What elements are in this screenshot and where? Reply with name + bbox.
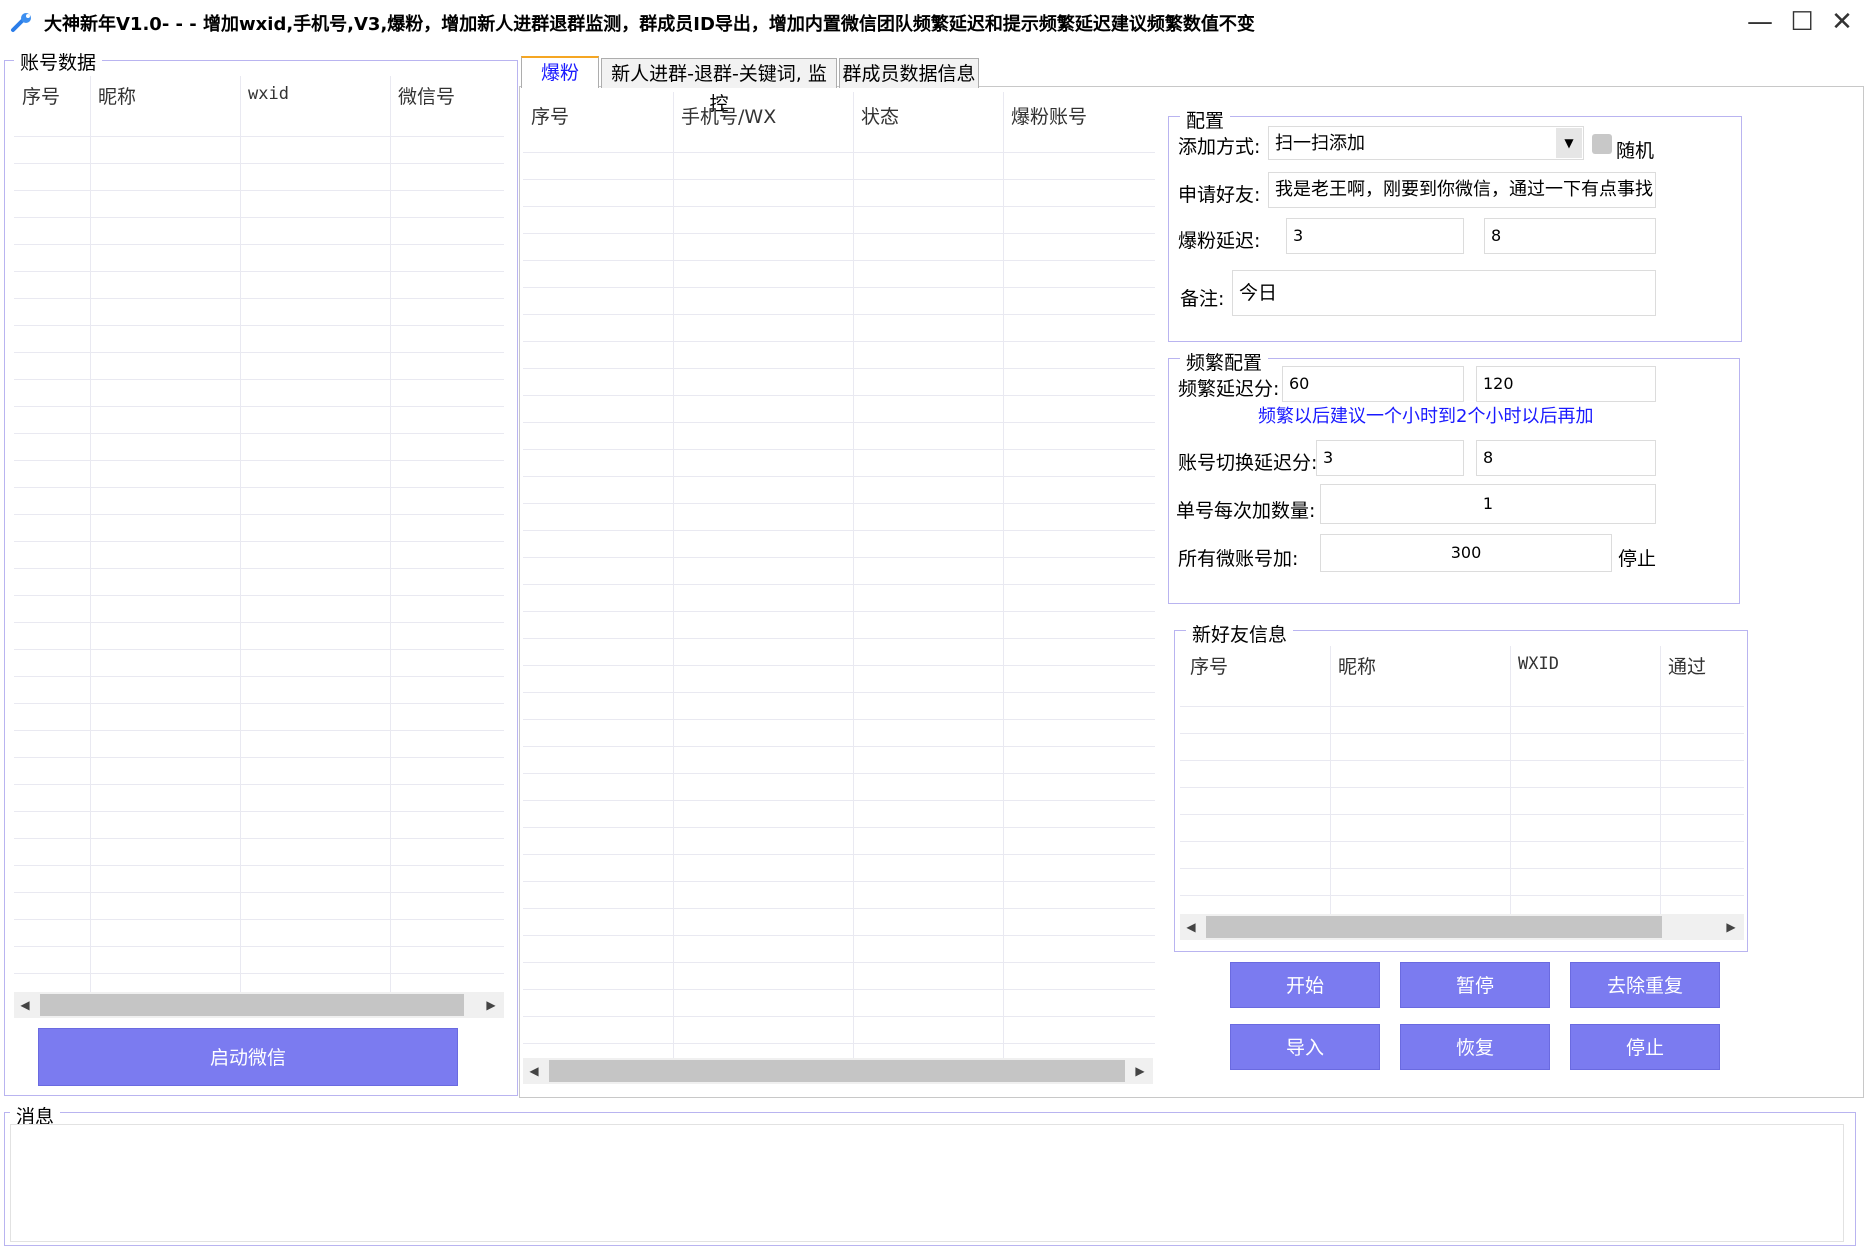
new-friends-scrollbar[interactable]: ◀ ▶ — [1180, 914, 1744, 940]
wrench-icon — [10, 10, 34, 34]
column-divider — [240, 76, 241, 992]
scrollbar-thumb[interactable] — [40, 994, 464, 1016]
minimize-button[interactable]: — — [1742, 6, 1778, 38]
config-legend: 配置 — [1180, 106, 1231, 133]
window-title: 大神新年V1.0- - - 增加wxid,手机号,V3,爆粉，增加新人进群退群监… — [44, 14, 1255, 35]
fans-delay-max-input[interactable]: 8 — [1484, 218, 1656, 254]
close-button[interactable]: ✕ — [1824, 6, 1860, 38]
all-add-label: 所有微账号加: — [1178, 548, 1299, 570]
freq-delay-min-input[interactable]: 60 — [1282, 366, 1464, 402]
stop-button[interactable]: 停止 — [1570, 1024, 1720, 1070]
freq-delay-max-input[interactable]: 120 — [1476, 366, 1656, 402]
new-friends-legend: 新好友信息 — [1186, 620, 1294, 647]
all-add-input[interactable]: 300 — [1320, 534, 1612, 572]
column-header-passed[interactable]: 通过 — [1668, 652, 1706, 679]
switch-delay-min-input[interactable]: 3 — [1316, 440, 1464, 476]
freq-delay-label: 频繁延迟分: — [1178, 378, 1280, 400]
scroll-left-icon[interactable]: ◀ — [14, 992, 36, 1018]
scroll-left-icon[interactable]: ◀ — [1180, 914, 1202, 940]
pause-button[interactable]: 暂停 — [1400, 962, 1550, 1008]
tab-member-data[interactable]: 群成员数据信息 — [839, 58, 979, 88]
column-header-wxid[interactable]: wxid — [248, 84, 289, 104]
account-data-legend: 账号数据 — [14, 48, 103, 75]
fans-table-body — [523, 126, 1155, 1058]
column-divider — [1330, 646, 1331, 914]
fans-table-scrollbar[interactable]: ◀ ▶ — [523, 1058, 1153, 1084]
add-method-value: 扫一扫添加 — [1275, 133, 1365, 154]
request-message-input[interactable]: 我是老王啊，刚要到你微信，通过一下有点事找 — [1268, 172, 1656, 208]
launch-wechat-button[interactable]: 启动微信 — [38, 1028, 458, 1086]
scroll-right-icon[interactable]: ▶ — [1129, 1058, 1151, 1084]
tab-fans[interactable]: 爆粉 — [521, 56, 599, 88]
switch-delay-max-input[interactable]: 8 — [1476, 440, 1656, 476]
column-header-index[interactable]: 序号 — [22, 82, 60, 109]
tab-group-monitor[interactable]: 新人进群-退群-关键词, 监控 — [601, 58, 837, 115]
remark-input[interactable]: 今日 — [1232, 270, 1656, 316]
scroll-right-icon[interactable]: ▶ — [480, 992, 502, 1018]
column-header-index[interactable]: 序号 — [531, 102, 569, 129]
remark-label: 备注: — [1180, 288, 1225, 310]
column-divider — [1003, 92, 1004, 1058]
fans-table: 序号 手机号/WX 状态 爆粉账号 — [523, 92, 1155, 1058]
start-button[interactable]: 开始 — [1230, 962, 1380, 1008]
dedupe-button[interactable]: 去除重复 — [1570, 962, 1720, 1008]
column-divider — [90, 76, 91, 992]
per-add-input[interactable]: 1 — [1320, 484, 1656, 524]
account-table-scrollbar[interactable]: ◀ ▶ — [14, 992, 504, 1018]
per-add-label: 单号每次加数量: — [1176, 500, 1316, 522]
request-label: 申请好友: — [1178, 184, 1261, 206]
add-method-select[interactable]: 扫一扫添加 — [1268, 126, 1584, 160]
column-divider — [853, 92, 854, 1058]
column-header-wxid[interactable]: WXID — [1518, 654, 1559, 674]
chevron-down-icon[interactable]: ▼ — [1556, 128, 1582, 158]
scrollbar-thumb[interactable] — [1206, 916, 1662, 938]
messages-textarea[interactable] — [10, 1124, 1844, 1242]
column-divider — [390, 76, 391, 992]
scrollbar-thumb[interactable] — [549, 1060, 1125, 1082]
fans-delay-label: 爆粉延迟: — [1178, 230, 1261, 252]
column-divider — [1660, 646, 1661, 914]
scroll-right-icon[interactable]: ▶ — [1720, 914, 1742, 940]
title-bar: 大神新年V1.0- - - 增加wxid,手机号,V3,爆粉，增加新人进群退群监… — [0, 0, 1866, 44]
scroll-left-icon[interactable]: ◀ — [523, 1058, 545, 1084]
column-header-wechat-id[interactable]: 微信号 — [398, 82, 455, 109]
column-header-status[interactable]: 状态 — [861, 102, 899, 129]
account-table: 序号 昵称 wxid 微信号 — [14, 76, 504, 992]
switch-delay-label: 账号切换延迟分: — [1178, 452, 1318, 474]
random-checkbox[interactable] — [1592, 134, 1612, 154]
column-header-phone[interactable]: 手机号/WX — [681, 102, 776, 129]
add-method-label: 添加方式: — [1178, 136, 1261, 158]
resume-button[interactable]: 恢复 — [1400, 1024, 1550, 1070]
column-divider — [1510, 646, 1511, 914]
column-header-index[interactable]: 序号 — [1190, 652, 1228, 679]
frequency-legend: 频繁配置 — [1180, 348, 1269, 375]
all-add-suffix: 停止 — [1618, 548, 1657, 570]
account-table-body — [14, 110, 504, 992]
column-header-nickname[interactable]: 昵称 — [98, 82, 136, 109]
fans-delay-min-input[interactable]: 3 — [1286, 218, 1464, 254]
column-divider — [673, 92, 674, 1058]
column-header-nickname[interactable]: 昵称 — [1338, 652, 1376, 679]
random-label: 随机 — [1616, 140, 1655, 162]
frequency-hint: 频繁以后建议一个小时到2个小时以后再加 — [1258, 406, 1594, 427]
maximize-button[interactable]: ☐ — [1784, 6, 1820, 38]
column-header-fans-account[interactable]: 爆粉账号 — [1011, 102, 1087, 129]
new-friends-table: 序号 昵称 WXID 通过 — [1180, 646, 1744, 914]
import-button[interactable]: 导入 — [1230, 1024, 1380, 1070]
